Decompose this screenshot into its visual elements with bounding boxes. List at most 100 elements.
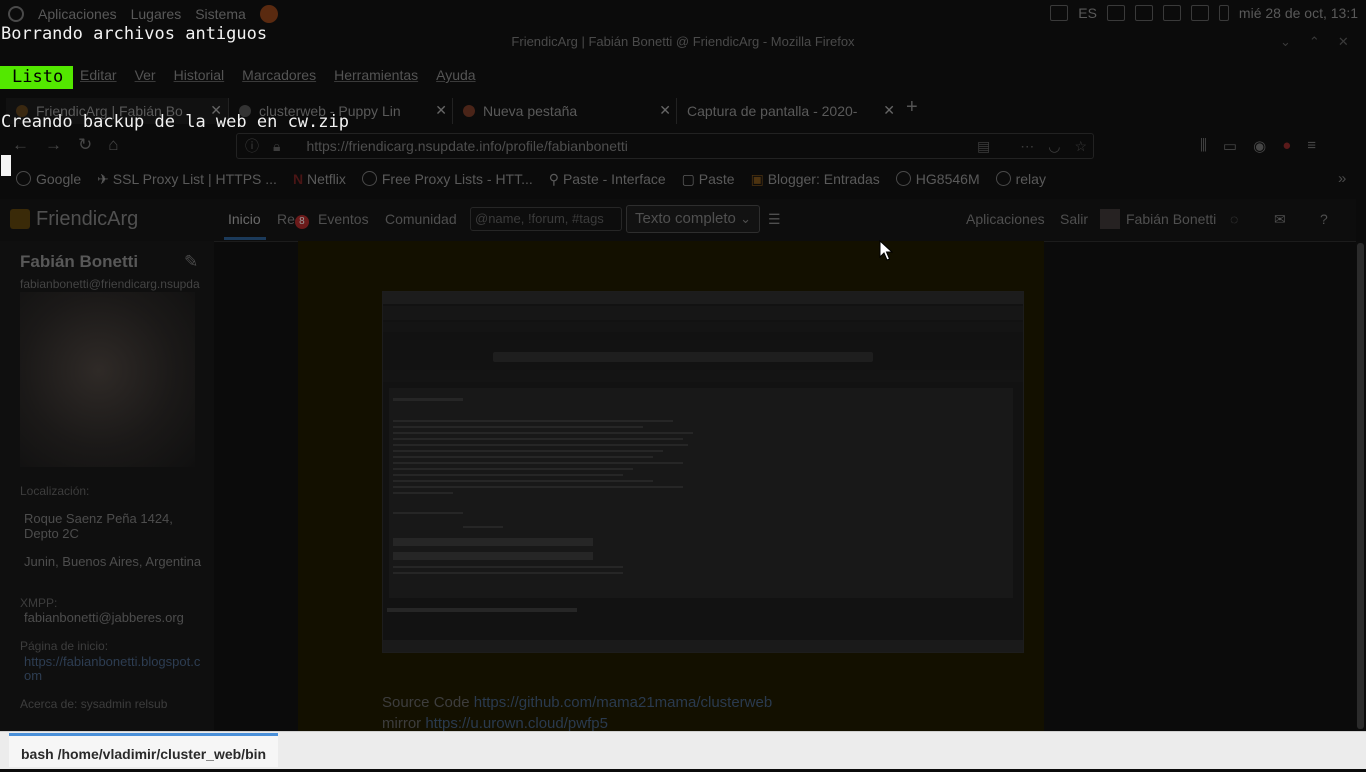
bookmark-ssl-proxy[interactable]: ✈ SSL Proxy List | HTTPS ... xyxy=(97,171,277,188)
hamburger-menu-icon[interactable]: ≡ xyxy=(1307,137,1316,155)
sidebar-icon[interactable]: ▭ xyxy=(1223,137,1237,155)
os-logo-icon[interactable] xyxy=(8,6,24,22)
menu-marcadores[interactable]: Marcadores xyxy=(242,67,316,83)
search-mode-select[interactable]: Texto completo ⌄ xyxy=(626,205,760,233)
edit-profile-icon[interactable]: ✎ xyxy=(184,252,198,272)
filter-icon[interactable]: ☰ xyxy=(768,211,781,228)
blogger-icon: ▣ xyxy=(750,171,768,187)
keyboard-icon[interactable] xyxy=(1050,5,1069,21)
menu-historial[interactable]: Historial xyxy=(174,67,225,83)
tab-nueva-pestana[interactable]: Nueva pestaña ✕ xyxy=(452,98,677,124)
updates-icon[interactable] xyxy=(1106,5,1125,21)
bookmark-label: Google xyxy=(36,171,82,187)
homepage-link-1[interactable]: https://fabianbonetti.blogspot.c xyxy=(24,654,200,669)
profile-name: Fabián Bonetti xyxy=(20,252,139,271)
os-menu-aplicaciones[interactable]: Aplicaciones xyxy=(38,6,117,22)
nav-user[interactable]: Fabián Bonetti xyxy=(1126,211,1216,227)
homepage-link-2[interactable]: om xyxy=(24,668,42,683)
user-avatar[interactable] xyxy=(1100,209,1120,229)
paste-icon: ▢ xyxy=(681,171,699,187)
terminal-cursor xyxy=(1,155,11,176)
firefox-launcher-icon[interactable] xyxy=(259,5,278,23)
mirror-link[interactable]: https://u.urown.cloud/pwfp5 xyxy=(425,715,608,732)
bookmark-google[interactable]: Google xyxy=(16,171,81,188)
xmpp-label: XMPP: xyxy=(20,596,58,610)
bookmark-label: Paste - Interface xyxy=(562,171,666,187)
globe-icon xyxy=(895,171,911,186)
bookmark-star-icon[interactable]: ☆ xyxy=(1074,138,1087,155)
reload-icon[interactable]: ↻ xyxy=(78,135,92,155)
embedded-screenshot-image[interactable] xyxy=(382,291,1024,653)
info-icon[interactable]: ⓘ xyxy=(245,136,259,156)
bookmark-free-proxy[interactable]: Free Proxy Lists - HTT... xyxy=(361,171,533,188)
clock[interactable]: mié 28 de oct, 13:1 xyxy=(1239,5,1358,21)
location-depto: Depto 2C xyxy=(24,526,79,541)
globe-icon xyxy=(995,171,1011,186)
location-street: Roque Saenz Peña 1424, xyxy=(24,511,173,526)
page-actions-icon[interactable]: ⋯ xyxy=(1020,138,1034,155)
messages-icon[interactable]: ✉ xyxy=(1274,211,1286,228)
volume-icon[interactable] xyxy=(1162,5,1181,21)
home-icon[interactable]: ⌂ xyxy=(108,135,118,155)
url-text[interactable]: https://friendicarg.nsupdate.info/profil… xyxy=(306,138,627,154)
close-window-icon[interactable]: ✕ xyxy=(1338,34,1366,49)
account-icon[interactable]: ◉ xyxy=(1253,137,1266,155)
display-icon[interactable] xyxy=(1134,5,1153,21)
search-mode-value: Texto completo xyxy=(635,210,736,227)
post-text: Source Code https://github.com/mama21mam… xyxy=(382,692,772,734)
url-bar[interactable]: ⓘ 🔒︎ https://friendicarg.nsupdate.info/p… xyxy=(236,133,1094,159)
notifications-icon[interactable]: ◌ xyxy=(1230,211,1238,227)
page-scrollbar-thumb[interactable] xyxy=(1357,243,1364,729)
nav-salir[interactable]: Salir xyxy=(1060,211,1088,227)
site-logo-icon[interactable] xyxy=(10,209,30,229)
battery-icon[interactable] xyxy=(1218,5,1229,21)
keyboard-layout[interactable]: ES xyxy=(1078,5,1097,21)
maximize-icon[interactable]: ⌃ xyxy=(1309,34,1338,49)
menu-herramientas[interactable]: Herramientas xyxy=(334,67,418,83)
minimize-icon[interactable]: ⌄ xyxy=(1280,34,1309,49)
profile-photo xyxy=(20,292,195,467)
post-line-1: Source Code https://github.com/mama21mam… xyxy=(382,692,772,713)
nav-aplicaciones[interactable]: Aplicaciones xyxy=(966,211,1045,227)
nav-red[interactable]: Re 8 xyxy=(277,211,309,229)
menu-editar[interactable]: Editar xyxy=(80,67,117,83)
extension-icon[interactable]: ● xyxy=(1282,137,1291,155)
menu-ver[interactable]: Ver xyxy=(135,67,156,83)
post-line-1-prefix: Source Code xyxy=(382,694,474,711)
network-icon[interactable] xyxy=(1190,5,1209,21)
bookmark-netflix[interactable]: N Netflix xyxy=(293,171,346,188)
new-tab-icon[interactable]: + xyxy=(906,96,918,119)
reader-icon[interactable]: ▤ xyxy=(977,138,990,155)
pin-icon: ⚲ xyxy=(548,171,563,187)
tab-label: Captura de pantalla - 2020- xyxy=(687,103,858,119)
os-menu-sistema[interactable]: Sistema xyxy=(195,6,246,22)
close-tab-icon[interactable]: ✕ xyxy=(883,102,895,119)
library-icon[interactable]: ⫼ xyxy=(1200,137,1207,155)
github-link[interactable]: https://github.com/mama21mama/clusterweb xyxy=(474,694,772,711)
bookmark-relay[interactable]: relay xyxy=(995,171,1046,188)
help-icon[interactable]: ? xyxy=(1320,211,1328,227)
pocket-icon[interactable]: ◡ xyxy=(1048,138,1060,155)
bookmark-paste[interactable]: ▢ Paste xyxy=(682,171,735,188)
nav-comunidad[interactable]: Comunidad xyxy=(385,211,457,227)
bookmarks-overflow-icon[interactable]: » xyxy=(1338,170,1346,187)
os-menu-lugares[interactable]: Lugares xyxy=(131,6,182,22)
bottom-taskbar: bash /home/vladimir/cluster_web/bin xyxy=(0,731,1366,769)
site-search-input[interactable]: @name, !forum, #tags xyxy=(470,207,622,231)
site-brand[interactable]: FriendicArg xyxy=(36,208,138,231)
mouse-pointer-icon xyxy=(879,240,893,261)
taskbar-bash-window[interactable]: bash /home/vladimir/cluster_web/bin xyxy=(9,733,279,767)
forward-icon[interactable]: → xyxy=(45,135,62,155)
close-tab-icon[interactable]: ✕ xyxy=(659,102,671,119)
menu-ayuda[interactable]: Ayuda xyxy=(436,67,475,83)
back-icon[interactable]: ← xyxy=(12,135,29,155)
bookmark-hg8546m[interactable]: HG8546M xyxy=(895,171,980,188)
post-line-2-prefix: mirror xyxy=(382,715,426,732)
nav-inicio[interactable]: Inicio xyxy=(228,211,261,227)
tab-captura[interactable]: Captura de pantalla - 2020- ✕ xyxy=(676,98,901,124)
close-tab-icon[interactable]: ✕ xyxy=(435,102,447,119)
nav-inicio-underline xyxy=(224,237,266,240)
bookmark-blogger[interactable]: ▣ Blogger: Entradas xyxy=(751,171,880,188)
nav-eventos[interactable]: Eventos xyxy=(318,211,369,227)
bookmark-paste-interface[interactable]: ⚲ Paste - Interface xyxy=(549,171,666,188)
